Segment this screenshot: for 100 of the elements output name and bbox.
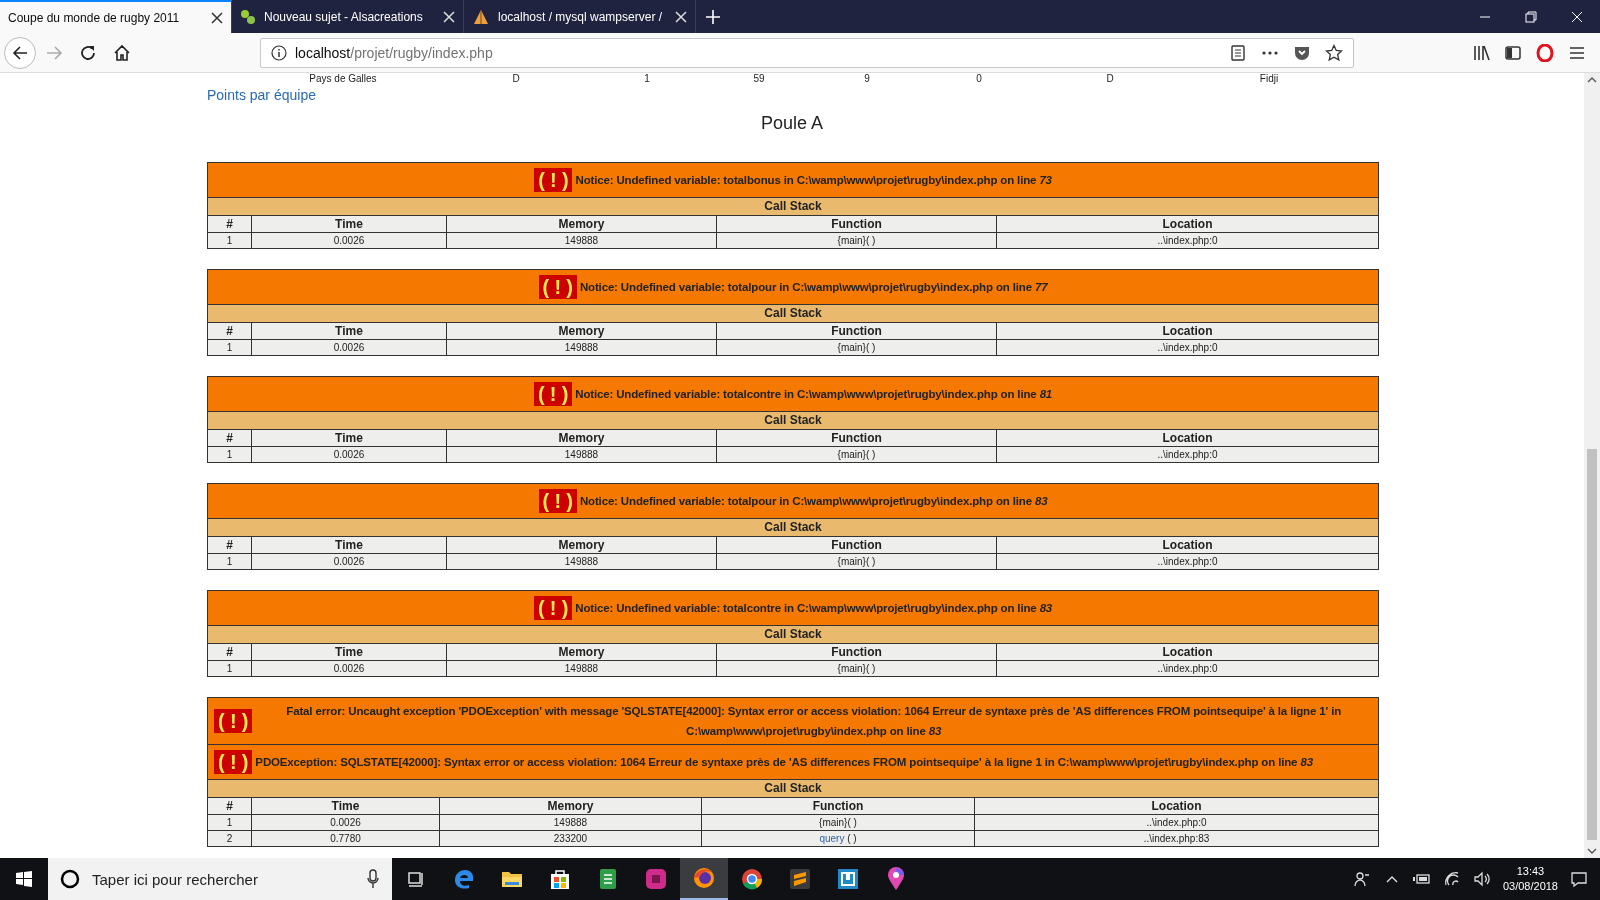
column-header: Function	[702, 798, 975, 815]
opera-icon[interactable]	[1536, 43, 1554, 62]
column-header: Function	[717, 216, 997, 233]
volume-icon[interactable]	[1472, 870, 1491, 888]
table-cell: 149888	[447, 661, 717, 676]
table-cell-text: D	[511, 73, 521, 85]
column-header: #	[208, 537, 252, 554]
table-cell: 0.0026	[252, 661, 447, 676]
sidebar-icon[interactable]	[1504, 43, 1522, 62]
sail-icon	[472, 8, 490, 25]
search-placeholder: Taper ici pour rechercher	[92, 870, 259, 888]
column-header: Memory	[447, 537, 717, 554]
table-cell: 149888	[447, 447, 717, 462]
error-message: Notice: Undefined variable: totalcontre in C:\wamp\www\projet\rugby\index.php on line 83	[575, 601, 1053, 616]
function-args: ( )	[846, 833, 857, 844]
map-pin-icon[interactable]	[886, 867, 906, 891]
task-view-icon[interactable]	[406, 869, 426, 889]
table-cell: ..\index.php:0	[997, 340, 1378, 355]
people-icon[interactable]	[1352, 870, 1371, 888]
browser-tab[interactable]: Coupe du monde de rugby 2011	[0, 0, 232, 33]
column-header: Location	[997, 644, 1378, 661]
table-cell: 149888	[447, 554, 717, 569]
notebook-icon[interactable]	[598, 868, 618, 890]
reader-view-icon[interactable]	[1229, 43, 1247, 62]
table-cell: 2	[208, 831, 252, 846]
error-badge: ( ! )	[538, 489, 577, 513]
windows-icon[interactable]	[15, 870, 33, 888]
star-icon[interactable]	[1325, 43, 1343, 62]
column-header: #	[208, 216, 252, 233]
column-header: Location	[997, 216, 1378, 233]
column-header: Time	[252, 798, 440, 815]
column-header: #	[208, 430, 252, 447]
search-field[interactable]: Taper ici pour rechercher	[48, 858, 392, 900]
table-cell: {main}( )	[717, 447, 997, 462]
table-cell: 1	[208, 233, 252, 248]
error-badge: ( ! )	[214, 750, 253, 774]
scrollbar[interactable]	[1584, 73, 1600, 858]
clock-time: 13:43	[1515, 864, 1546, 879]
column-header: Time	[252, 430, 447, 447]
column-header: Location	[997, 430, 1378, 447]
table-cell: 0.0026	[252, 447, 447, 462]
function-link[interactable]: query	[819, 833, 845, 844]
table-cell-text: 0	[975, 73, 983, 85]
home-icon[interactable]	[113, 43, 131, 62]
call-stack-header: Call Stack	[208, 780, 1378, 798]
column-header: Memory	[447, 430, 717, 447]
table-cell-text: Pays de Galles	[308, 73, 378, 85]
shopping-bag-icon[interactable]	[549, 868, 571, 890]
table-cell: 1	[208, 554, 252, 569]
table-cell: 1	[208, 447, 252, 462]
table-cell: 1	[208, 340, 252, 355]
table-cell: 0.0026	[252, 340, 447, 355]
table-cell: 0.0026	[252, 233, 447, 248]
column-header: Function	[717, 644, 997, 661]
table-cell: ..\index.php:0	[997, 233, 1378, 248]
close-icon[interactable]	[211, 11, 223, 24]
wifi-icon[interactable]	[1442, 870, 1461, 888]
table-cell-text: D	[1105, 73, 1115, 85]
table-cell: ..\index.php:0	[997, 554, 1378, 569]
call-stack-header: Call Stack	[208, 412, 1378, 430]
table-cell: 149888	[447, 340, 717, 355]
notification-icon[interactable]	[1570, 870, 1590, 888]
table-cell: 1	[208, 661, 252, 676]
column-header: Time	[252, 323, 447, 340]
table-cell: 0.7780	[252, 831, 440, 846]
bracket-square-icon[interactable]	[837, 868, 859, 890]
table-cell: 1	[208, 815, 252, 831]
firefox-icon[interactable]	[693, 867, 715, 889]
column-header: #	[208, 798, 252, 815]
column-header: Function	[717, 430, 997, 447]
back-button[interactable]	[4, 36, 36, 69]
app-icon[interactable]	[645, 868, 667, 890]
table-cell: 233200	[440, 831, 702, 846]
circle-icon	[60, 869, 80, 889]
column-header: Memory	[447, 644, 717, 661]
url-host: localhost	[295, 44, 351, 61]
folder-icon[interactable]	[501, 869, 523, 889]
microphone-icon[interactable]	[366, 869, 380, 889]
section-heading: Poule A	[759, 113, 825, 134]
library-icon[interactable]	[1472, 43, 1490, 62]
column-header: Memory	[447, 216, 717, 233]
table-cell: ..\index.php:83	[975, 831, 1378, 846]
error-message: PDOException: SQLSTATE[42000]: Syntax error or access violation: 1064 Erreur de syntaxe près de 'AS differences FROM pointsequipe' à la ligne 1 in C:\wamp\www\projet\rugby\index.php on line 83	[255, 755, 1313, 770]
plus-icon[interactable]	[704, 7, 722, 26]
table-cell: {main}( )	[717, 554, 997, 569]
error-badge: ( ! )	[214, 709, 253, 733]
page-link[interactable]: Points par équipe	[207, 87, 316, 103]
table-cell: {main}( )	[717, 661, 997, 676]
table-cell-text: 1	[643, 73, 651, 85]
error-message: Notice: Undefined variable: totalpour in C:\wamp\www\projet\rugby\index.php on line 77	[579, 280, 1048, 295]
column-header: Function	[717, 323, 997, 340]
column-header: Location	[997, 323, 1378, 340]
table-cell-text: 59	[752, 73, 766, 85]
call-stack-header: Call Stack	[208, 519, 1378, 537]
browser-e-icon[interactable]	[453, 868, 475, 890]
address-bar[interactable]: localhost/projet/rugby/index.php	[260, 37, 1354, 68]
column-header: Memory	[447, 323, 717, 340]
reload-icon[interactable]	[79, 43, 97, 62]
chrome-icon[interactable]	[741, 868, 763, 890]
sublime-icon[interactable]	[789, 868, 811, 890]
